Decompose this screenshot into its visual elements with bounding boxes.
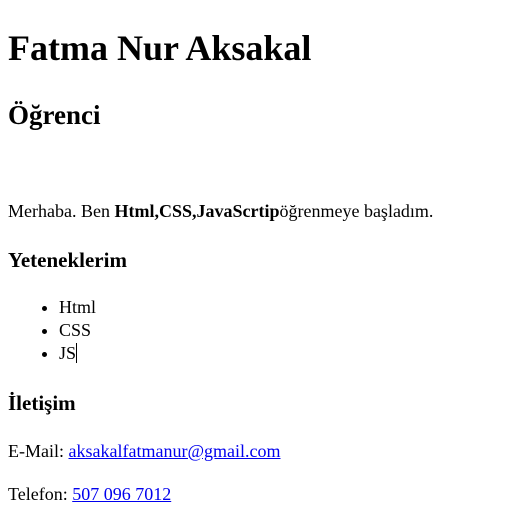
- intro-skills-bold: Html,CSS,JavaScrtip: [114, 201, 280, 221]
- phone-line: Telefon: 507 096 7012: [8, 483, 514, 506]
- skills-list: Html CSS JS: [8, 296, 514, 365]
- text-cursor: [76, 343, 78, 363]
- list-item: CSS: [59, 319, 514, 342]
- email-link[interactable]: aksakalfatmanur@gmail.com: [69, 441, 281, 461]
- list-item: JS: [59, 342, 514, 365]
- phone-label: Telefon:: [8, 484, 73, 504]
- contact-heading: İletişim: [8, 391, 76, 415]
- list-item-text: JS: [59, 343, 77, 363]
- email-label: E-Mail:: [8, 441, 69, 461]
- intro-prefix: Merhaba. Ben: [8, 201, 115, 221]
- list-item: Html: [59, 296, 514, 319]
- skills-heading: Yeteneklerim: [8, 248, 127, 272]
- email-line: E-Mail: aksakalfatmanur@gmail.com: [8, 440, 514, 463]
- intro-suffix: öğrenmeye başladım.: [279, 201, 434, 221]
- phone-link[interactable]: 507 096 7012: [72, 484, 171, 504]
- subtitle: Öğrenci: [8, 100, 101, 130]
- intro-paragraph: Merhaba. Ben Html,CSS,JavaScrtipöğrenmey…: [8, 200, 514, 223]
- page-title: Fatma Nur Aksakal: [8, 28, 312, 68]
